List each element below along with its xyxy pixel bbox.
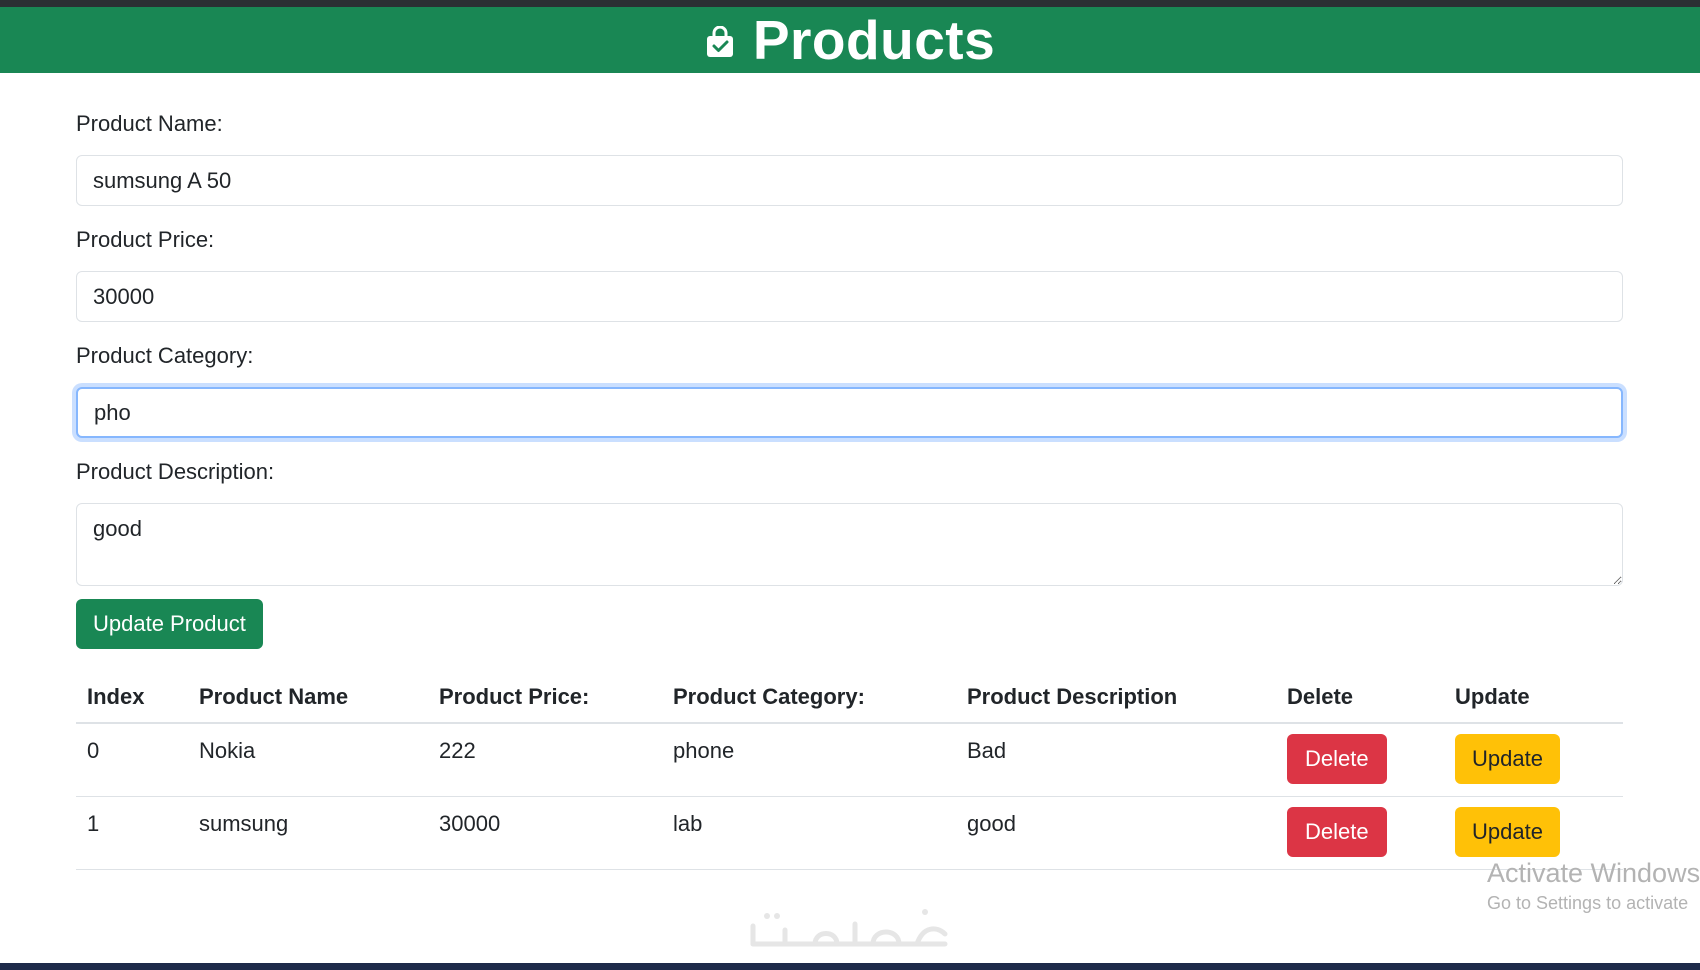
product-price-input[interactable] — [76, 271, 1623, 322]
window-bottom-strip — [0, 963, 1700, 970]
product-form: Product Name: Product Price: Product Cat… — [76, 110, 1623, 649]
cell-name: Nokia — [188, 723, 428, 797]
update-product-button[interactable]: Update Product — [76, 599, 263, 649]
watermark-title: Activate Windows — [1487, 858, 1700, 888]
window-top-strip — [0, 0, 1700, 7]
cell-category: lab — [662, 796, 956, 870]
cell-category: phone — [662, 723, 956, 797]
table-header-row: Index Product Name Product Price: Produc… — [76, 672, 1623, 724]
cell-price: 222 — [428, 723, 662, 797]
column-header-price: Product Price: — [428, 672, 662, 724]
cell-price: 30000 — [428, 796, 662, 870]
cell-name: sumsung — [188, 796, 428, 870]
column-header-index: Index — [76, 672, 188, 724]
products-table: Index Product Name Product Price: Produc… — [76, 672, 1623, 870]
cell-delete: Delete — [1276, 796, 1444, 870]
product-description-label: Product Description: — [76, 459, 275, 484]
cell-description: Bad — [956, 723, 1276, 797]
cell-update: Update — [1444, 723, 1623, 797]
activate-windows-watermark: Activate Windows Go to Settings to activ… — [1487, 856, 1700, 916]
product-category-input[interactable] — [76, 387, 1623, 438]
shopping-bag-check-icon — [706, 26, 733, 57]
column-header-description: Product Description — [956, 672, 1276, 724]
product-name-label: Product Name: — [76, 111, 223, 136]
brand-logo — [750, 909, 948, 947]
update-button[interactable]: Update — [1455, 734, 1560, 784]
cell-index: 0 — [76, 723, 188, 797]
update-button[interactable]: Update — [1455, 806, 1560, 857]
product-price-label: Product Price: — [76, 227, 215, 252]
cell-index: 1 — [76, 796, 188, 870]
cell-delete: Delete — [1276, 723, 1444, 797]
page-header: Products — [0, 7, 1700, 73]
column-header-name: Product Name — [188, 672, 428, 724]
table-row: 0 Nokia 222 phone Bad Delete Update — [76, 723, 1623, 797]
product-description-textarea[interactable]: good — [76, 503, 1623, 586]
table-row: 1 sumsung 30000 lab good Delete Update — [76, 796, 1623, 870]
watermark-subtitle: Go to Settings to activate — [1487, 893, 1689, 913]
delete-button[interactable]: Delete — [1287, 734, 1387, 784]
column-header-category: Product Category: — [662, 672, 956, 724]
page-title: Products — [752, 9, 996, 71]
delete-button[interactable]: Delete — [1287, 806, 1387, 857]
column-header-update: Update — [1444, 672, 1623, 724]
product-name-input[interactable] — [76, 155, 1623, 206]
product-category-label: Product Category: — [76, 343, 254, 368]
column-header-delete: Delete — [1276, 672, 1444, 724]
cell-description: good — [956, 796, 1276, 870]
